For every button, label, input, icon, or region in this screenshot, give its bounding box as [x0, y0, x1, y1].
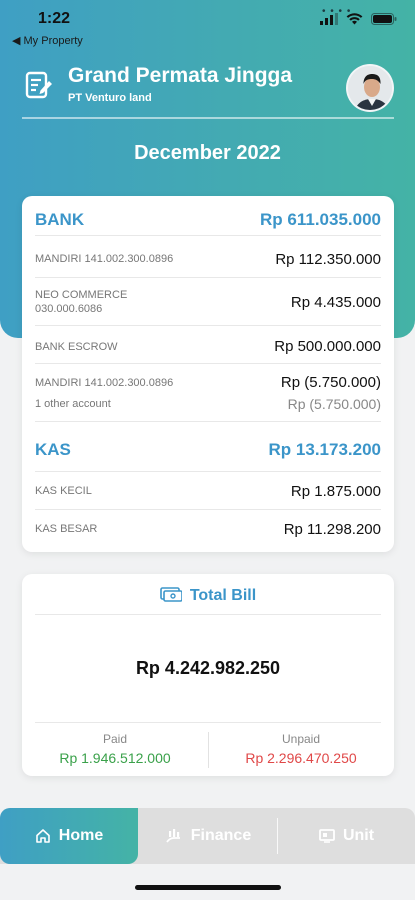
bank-title: BANK	[35, 210, 85, 229]
unit-icon	[319, 829, 335, 843]
paid-summary: Paid Rp 1.946.512.000	[22, 732, 208, 766]
kas-total: Rp 13.173.200	[268, 440, 381, 459]
tab-unit-label: Unit	[342, 827, 375, 844]
status-time: 1:22	[38, 10, 71, 27]
kas-section-header[interactable]: KAS Rp 13.173.200	[35, 422, 381, 472]
list-item[interactable]: NEO COMMERCE 030.000.6086 Rp 4.435.000	[35, 278, 381, 326]
account-number: 030.000.6086	[35, 303, 103, 315]
avatar-person-icon	[348, 66, 392, 110]
unpaid-label: Unpaid	[281, 732, 321, 746]
status-icons	[320, 13, 397, 25]
account-amount: Rp 1.875.000	[290, 483, 381, 500]
unpaid-summary: Unpaid Rp 2.296.470.250	[208, 732, 394, 766]
property-header: Grand Permata Jingga PT Venturo land	[0, 60, 415, 120]
tab-home[interactable]: Home	[0, 808, 138, 864]
company-name: PT Venturo land	[68, 92, 152, 104]
divider	[35, 722, 381, 723]
kas-title: KAS	[35, 440, 71, 459]
account-amount: Rp (5.750.000)	[280, 374, 381, 391]
property-name: Grand Permata Jingga	[68, 64, 293, 87]
back-to-my-property-link[interactable]: ◀ My Property	[12, 34, 83, 47]
account-name: KAS KECIL	[35, 485, 92, 497]
total-bill-amount: Rp 4.242.982.250	[135, 658, 281, 678]
list-item[interactable]: BANK ESCROW Rp 500.000.000	[35, 326, 381, 364]
unpaid-amount: Rp 2.296.470.250	[245, 750, 357, 766]
tab-finance-label: Finance	[190, 827, 252, 844]
account-amount: Rp 500.000.000	[274, 338, 381, 355]
paid-amount: Rp 1.946.512.000	[59, 750, 171, 766]
bank-section-header[interactable]: BANK Rp 611.035.000	[35, 196, 381, 236]
list-item[interactable]: KAS KECIL Rp 1.875.000	[35, 472, 381, 510]
account-name: NEO COMMERCE	[35, 289, 128, 301]
bank-total: Rp 611.035.000	[260, 210, 381, 229]
tab-home-label: Home	[58, 827, 104, 844]
document-edit-icon	[25, 71, 52, 99]
account-name: MANDIRI 141.002.300.0896	[35, 377, 174, 389]
header-divider	[22, 117, 394, 119]
list-item[interactable]: KAS BESAR Rp 11.298.200	[35, 510, 381, 550]
account-amount: Rp 4.435.000	[290, 294, 381, 311]
signal-icon	[320, 13, 338, 25]
list-item[interactable]: MANDIRI 141.002.300.0896 Rp (5.750.000) …	[35, 364, 381, 422]
status-bar: 1:22 • • • • ◀ My Property	[0, 0, 415, 50]
finance-icon	[166, 829, 180, 843]
battery-icon	[371, 13, 397, 25]
home-indicator	[135, 885, 281, 890]
paid-label: Paid	[102, 732, 128, 746]
balance-card: BANK Rp 611.035.000 MANDIRI 141.002.300.…	[22, 196, 394, 552]
divider	[35, 614, 381, 615]
other-accounts-amount: Rp (5.750.000)	[287, 396, 381, 412]
period-title: December 2022	[134, 142, 281, 164]
account-amount: Rp 112.350.000	[275, 251, 381, 268]
tab-finance[interactable]: Finance	[138, 808, 278, 864]
home-icon	[35, 829, 50, 843]
wifi-icon	[346, 13, 363, 25]
account-name: BANK ESCROW	[35, 341, 118, 353]
tab-unit[interactable]: Unit	[278, 808, 415, 864]
account-amount: Rp 11.298.200	[283, 521, 381, 538]
total-bill-title: Total Bill	[189, 587, 257, 604]
total-bill-card[interactable]: Total Bill Rp 4.242.982.250 Paid Rp 1.94…	[22, 574, 394, 776]
avatar[interactable]	[346, 64, 394, 112]
bottom-tab-bar: Home Finance Unit	[0, 808, 415, 864]
bill-icon	[160, 587, 182, 602]
account-name: MANDIRI 141.002.300.0896	[35, 253, 174, 265]
other-accounts-label: 1 other account	[35, 398, 111, 410]
total-bill-header: Total Bill	[22, 586, 394, 605]
account-name: KAS BESAR	[35, 523, 98, 535]
list-item[interactable]: MANDIRI 141.002.300.0896 Rp 112.350.000	[35, 236, 381, 278]
